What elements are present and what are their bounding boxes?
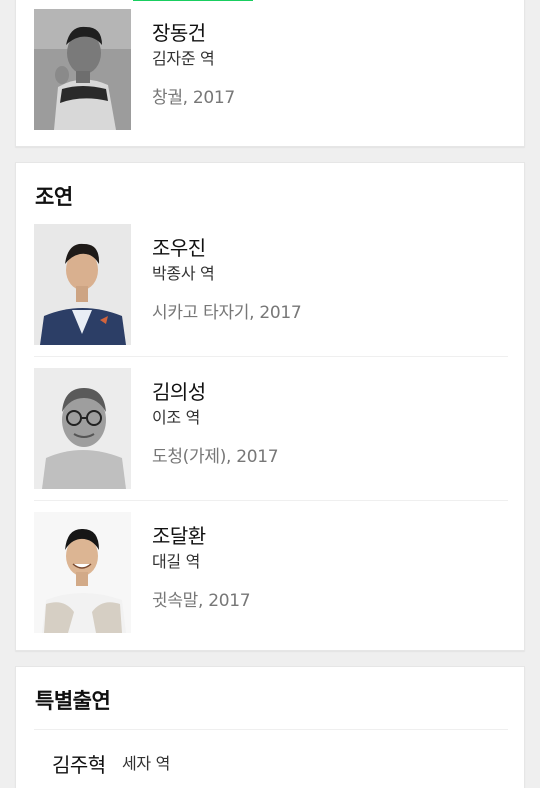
actor-photo[interactable] xyxy=(34,224,131,345)
divider xyxy=(34,356,508,357)
actor-role: 세자 역 xyxy=(122,754,171,773)
actor-photo[interactable] xyxy=(34,368,131,489)
tab-indicator xyxy=(133,0,253,1)
actor-portrait-bw-image xyxy=(34,9,131,130)
section-title: 특별출연 xyxy=(35,689,111,713)
actor-name[interactable]: 조달환 xyxy=(152,520,206,549)
divider xyxy=(34,729,508,730)
actor-role: 김자준 역 xyxy=(152,49,215,68)
actor-portrait-smile-image xyxy=(34,512,131,633)
actor-work[interactable]: 귓속말, 2017 xyxy=(152,586,251,611)
actor-role: 박종사 역 xyxy=(152,264,215,283)
actor-portrait-suit-image xyxy=(34,224,131,345)
cast-page: 장동건 김자준 역 창궐, 2017 조연 조우진 박종사 역 시카고 타자기,… xyxy=(0,0,540,788)
actor-photo[interactable] xyxy=(34,9,131,130)
actor-role: 이조 역 xyxy=(152,408,201,427)
cast-item[interactable]: 조우진 박종사 역 시카고 타자기, 2017 xyxy=(34,224,508,345)
cast-item[interactable]: 김의성 이조 역 도청(가제), 2017 xyxy=(34,368,508,489)
divider xyxy=(34,500,508,501)
supporting-cast-card: 조연 조우진 박종사 역 시카고 타자기, 2017 김의성 이조 역 도청(가… xyxy=(15,162,525,651)
section-title: 조연 xyxy=(35,185,73,209)
actor-name[interactable]: 김의성 xyxy=(152,376,206,405)
actor-work[interactable]: 도청(가제), 2017 xyxy=(152,442,279,467)
actor-name[interactable]: 조우진 xyxy=(152,232,206,261)
actor-role: 대길 역 xyxy=(152,552,201,571)
lead-cast-card: 장동건 김자준 역 창궐, 2017 xyxy=(15,0,525,147)
actor-name[interactable]: 장동건 xyxy=(152,17,206,46)
actor-portrait-glasses-image xyxy=(34,368,131,489)
special-appearance-card: 특별출연 김주혁 세자 역 xyxy=(15,666,525,788)
actor-work[interactable]: 창궐, 2017 xyxy=(152,83,235,108)
actor-photo[interactable] xyxy=(34,512,131,633)
actor-name[interactable]: 김주혁 xyxy=(52,749,106,778)
cast-item[interactable]: 조달환 대길 역 귓속말, 2017 xyxy=(34,512,508,633)
actor-work[interactable]: 시카고 타자기, 2017 xyxy=(152,298,302,323)
cast-item[interactable]: 장동건 김자준 역 창궐, 2017 xyxy=(34,9,508,130)
